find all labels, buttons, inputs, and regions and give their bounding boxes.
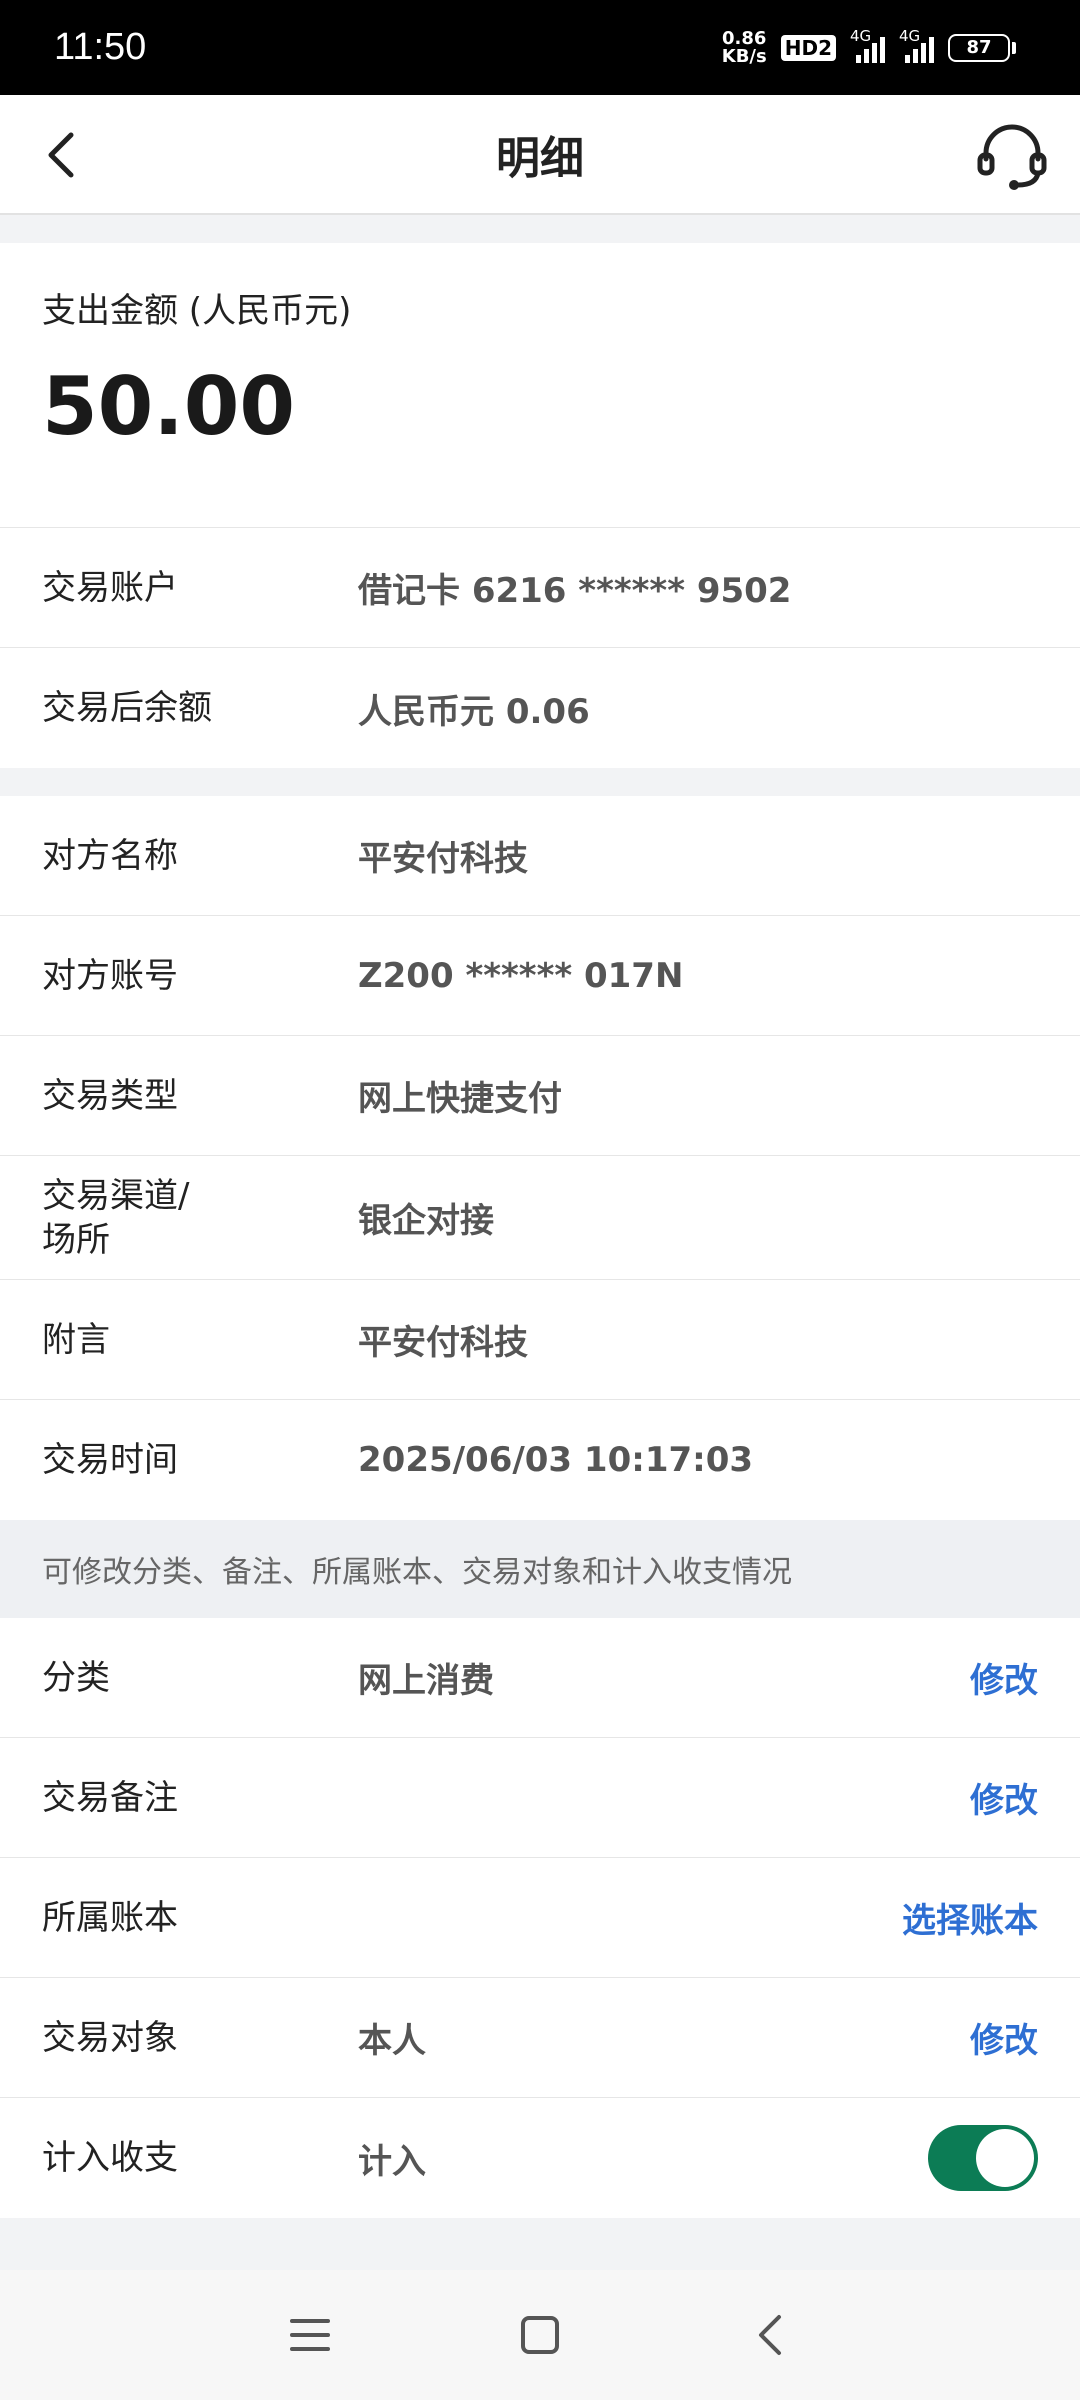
edit-category-button[interactable]: 修改 [970, 1653, 1038, 1702]
hd-badge: HD2 [780, 34, 836, 61]
headset-icon [977, 124, 1047, 190]
row-include-in-budget: 计入收支 计入 [0, 2098, 1080, 2218]
triangle-back-icon [759, 2315, 781, 2355]
row-transaction-type: 交易类型 网上快捷支付 [0, 1036, 1080, 1156]
edit-section: 分类 网上消费 修改 交易备注 修改 所属账本 选择账本 交易对象 本人 修改 … [0, 1618, 1080, 2218]
system-back-button[interactable] [735, 2300, 805, 2370]
edit-counterparty-button[interactable]: 修改 [970, 2013, 1038, 2062]
section-gap [0, 215, 1080, 243]
amount-value: 50.00 [42, 360, 296, 453]
account-section: 交易账户 借记卡 6216 ****** 9502 交易后余额 人民币元 0.0… [0, 528, 1080, 768]
row-ledger: 所属账本 选择账本 [0, 1858, 1080, 1978]
status-bar: 11:50 0.86 KB/s HD2 4G 4G 87 [0, 0, 1080, 95]
edit-remark-button[interactable]: 修改 [970, 1773, 1038, 1822]
toggle-knob [976, 2129, 1034, 2187]
edit-notice: 可修改分类、备注、所属账本、交易对象和计入收支情况 [0, 1520, 1080, 1618]
recent-apps-button[interactable] [275, 2300, 345, 2370]
section-gap [0, 768, 1080, 796]
include-toggle[interactable] [928, 2125, 1038, 2191]
row-transaction-channel: 交易渠道/ 场所 银企对接 [0, 1156, 1080, 1280]
row-category: 分类 网上消费 修改 [0, 1618, 1080, 1738]
customer-service-button[interactable] [974, 117, 1050, 193]
amount-label: 支出金额 (人民币元) [42, 291, 352, 331]
system-nav-bar [0, 2270, 1080, 2400]
row-postscript: 附言 平安付科技 [0, 1280, 1080, 1400]
row-counterparty-name: 对方名称 平安付科技 [0, 796, 1080, 916]
signal-icon: 4G [850, 27, 885, 63]
signal-icon: 4G [899, 27, 934, 63]
chevron-left-icon [48, 132, 74, 178]
row-remark: 交易备注 修改 [0, 1738, 1080, 1858]
back-button[interactable] [30, 121, 90, 189]
row-counterparty-account: 对方账号 Z200 ****** 017N [0, 916, 1080, 1036]
nav-header: 明细 [0, 95, 1080, 215]
page-title: 明细 [496, 133, 584, 184]
status-time: 11:50 [54, 26, 147, 68]
menu-icon [290, 2319, 330, 2351]
select-ledger-button[interactable]: 选择账本 [902, 1893, 1038, 1942]
row-transaction-account: 交易账户 借记卡 6216 ****** 9502 [0, 528, 1080, 648]
row-counterparty: 交易对象 本人 修改 [0, 1978, 1080, 2098]
battery-icon: 87 [948, 33, 1016, 62]
net-speed: 0.86 KB/s [721, 27, 767, 67]
detail-section: 对方名称 平安付科技 对方账号 Z200 ****** 017N 交易类型 网上… [0, 796, 1080, 1520]
home-button[interactable] [505, 2300, 575, 2370]
row-transaction-time: 交易时间 2025/06/03 10:17:03 [0, 1400, 1080, 1520]
amount-card: 支出金额 (人民币元) 50.00 [0, 243, 1080, 528]
status-indicators: 0.86 KB/s HD2 4G 4G 87 [721, 27, 1016, 67]
row-balance-after: 交易后余额 人民币元 0.06 [0, 648, 1080, 768]
square-home-icon [521, 2316, 559, 2354]
